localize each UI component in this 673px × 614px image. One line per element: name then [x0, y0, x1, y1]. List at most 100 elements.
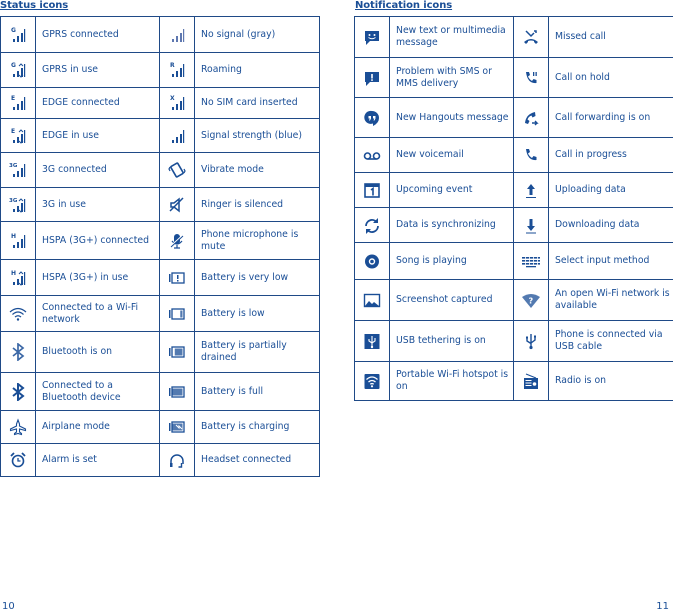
icon-cell	[159, 221, 195, 260]
bluetooth-connected-icon	[8, 382, 28, 401]
icon-cell: H	[0, 221, 36, 260]
icon-cell	[159, 331, 195, 373]
3g-in-use-icon: 3G	[8, 196, 28, 214]
icon-cell	[159, 187, 195, 222]
description-cell: Data is synchronizing	[389, 207, 514, 243]
icon-cell	[513, 207, 549, 243]
table-row: E EDGE in use Signal strength (blue)	[0, 118, 320, 153]
description-cell: GPRS in use	[35, 52, 160, 88]
icon-cell: R	[159, 52, 195, 88]
icon-cell: ?	[513, 279, 549, 321]
hangouts-icon	[362, 109, 382, 127]
svg-text:3G: 3G	[9, 163, 18, 169]
description-cell: Phone is connected via USB cable	[548, 320, 673, 362]
description-cell: Roaming	[194, 52, 320, 88]
svg-text:G: G	[11, 62, 16, 69]
icon-cell: G	[0, 16, 36, 53]
page-number-right: 11	[656, 601, 669, 612]
alarm-icon	[8, 451, 28, 469]
description-cell: Radio is on	[548, 361, 673, 401]
roaming-icon: R	[167, 61, 187, 79]
new-message-icon	[362, 28, 382, 46]
icon-cell	[354, 97, 390, 138]
table-row: Alarm is set Headset connected	[0, 443, 320, 477]
svg-text:R: R	[170, 62, 175, 69]
icon-cell	[513, 361, 549, 401]
icon-cell	[354, 242, 390, 280]
download-icon	[521, 216, 541, 234]
svg-text:3G: 3G	[9, 198, 18, 204]
notification-icons-table: New text or multimedia message Missed cal…	[354, 16, 673, 401]
status-icons-title: Status icons	[0, 0, 69, 11]
airplane-icon	[8, 418, 28, 436]
icon-cell	[354, 279, 390, 321]
description-cell: USB tethering is on	[389, 320, 514, 362]
description-cell: HSPA (3G+) connected	[35, 221, 160, 260]
page-number-left: 10	[2, 601, 15, 612]
icon-cell	[159, 152, 195, 188]
battery-charging-icon	[167, 418, 187, 436]
voicemail-icon	[362, 146, 382, 164]
hspa-connected-icon: H	[8, 232, 28, 250]
hspa-in-use-icon: H	[8, 269, 28, 287]
table-row: 3G 3G connected Vibrate mode	[0, 152, 320, 188]
description-cell: Select input method	[548, 242, 673, 280]
table-row: Song is playing Select input method	[354, 242, 673, 280]
icon-cell	[0, 443, 36, 477]
upload-icon	[521, 181, 541, 199]
table-row: USB tethering is on Phone is connected vi…	[354, 320, 673, 362]
description-cell: Phone microphone is mute	[194, 221, 320, 260]
missed-call-icon	[521, 28, 541, 46]
description-cell: Vibrate mode	[194, 152, 320, 188]
icon-cell	[513, 242, 549, 280]
description-cell: New text or multimedia message	[389, 16, 514, 58]
wifi-connected-icon	[8, 305, 28, 323]
description-cell: Bluetooth is on	[35, 331, 160, 373]
description-cell: Battery is charging	[194, 410, 320, 444]
description-cell: No signal (gray)	[194, 16, 320, 53]
description-cell: Call in progress	[548, 137, 673, 173]
description-cell: Battery is full	[194, 372, 320, 411]
description-cell: Headset connected	[194, 443, 320, 477]
icon-cell	[513, 57, 549, 98]
battery-full-icon	[167, 383, 187, 401]
icon-cell: E	[0, 87, 36, 119]
description-cell: 3G connected	[35, 152, 160, 188]
description-cell: Upcoming event	[389, 172, 514, 208]
song-playing-icon	[362, 252, 382, 270]
usb-icon	[521, 332, 541, 350]
icon-cell	[159, 410, 195, 444]
description-cell: Airplane mode	[35, 410, 160, 444]
icon-cell: E	[0, 118, 36, 153]
icon-cell	[354, 57, 390, 98]
icon-cell: X	[159, 87, 195, 119]
icon-cell	[159, 443, 195, 477]
description-cell: HSPA (3G+) in use	[35, 259, 160, 296]
svg-text:X: X	[170, 95, 175, 102]
call-hold-icon	[521, 69, 541, 87]
svg-text:G: G	[11, 27, 16, 34]
description-cell: Battery is very low	[194, 259, 320, 296]
description-cell: Battery is partially drained	[194, 331, 320, 373]
icon-cell	[513, 172, 549, 208]
description-cell: New Hangouts message	[389, 97, 514, 138]
table-row: Airplane mode Battery is charging	[0, 410, 320, 444]
description-cell: Portable Wi-Fi hotspot is on	[389, 361, 514, 401]
description-cell: Downloading data	[548, 207, 673, 243]
description-cell: Battery is low	[194, 295, 320, 332]
screenshot-icon	[362, 291, 382, 309]
description-cell: Ringer is silenced	[194, 187, 320, 222]
description-cell: Uploading data	[548, 172, 673, 208]
table-row: New voicemail Call in progress	[354, 137, 673, 173]
sync-icon	[362, 216, 382, 234]
icon-cell: G	[0, 52, 36, 88]
gprs-connected-icon: G	[8, 26, 28, 44]
battery-low-icon	[167, 305, 187, 323]
notification-icons-title: Notification icons	[355, 0, 453, 11]
battery-partial-icon	[167, 343, 187, 361]
icon-cell	[513, 320, 549, 362]
calendar-icon	[362, 181, 382, 199]
sms-problem-icon	[362, 69, 382, 87]
description-cell: Signal strength (blue)	[194, 118, 320, 153]
icon-cell	[354, 172, 390, 208]
